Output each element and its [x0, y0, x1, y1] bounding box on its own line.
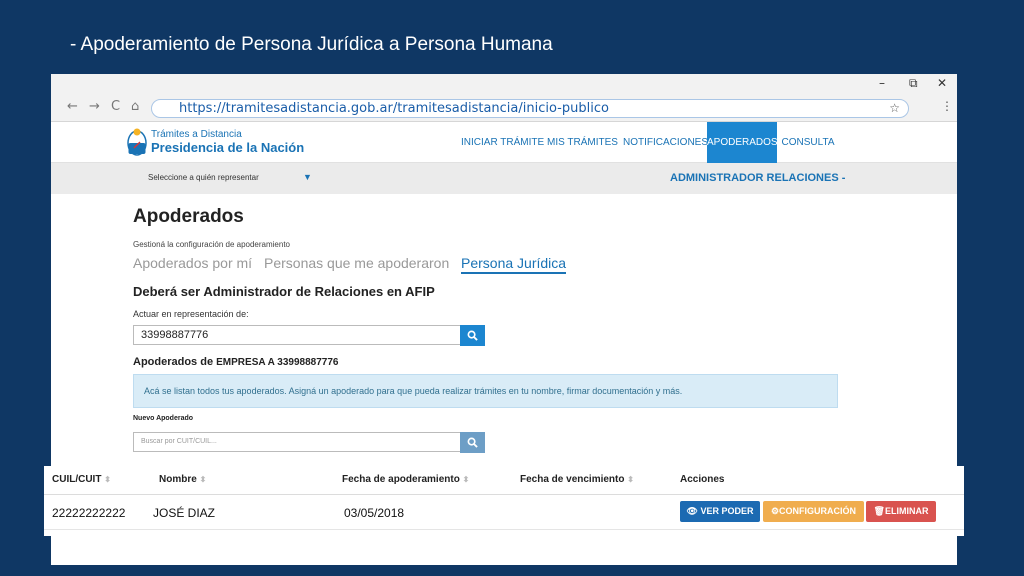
- home-icon[interactable]: ⌂: [131, 99, 139, 114]
- ver-poder-button[interactable]: 👁 VER PODER: [680, 501, 760, 522]
- info-text: Acá se listan todos tus apoderados. Asig…: [144, 386, 683, 396]
- info-alert: Acá se listan todos tus apoderados. Asig…: [133, 374, 838, 408]
- search-icon: [467, 437, 478, 448]
- act-representation-label: Actuar en representación de:: [133, 309, 249, 319]
- trash-icon: 🗑: [873, 506, 885, 516]
- company-name: EMPRESA A 33998887776: [216, 357, 339, 368]
- cuil-search-input[interactable]: Buscar por CUIT/CUIL...: [133, 432, 461, 452]
- sort-icon[interactable]: ⬍: [200, 475, 207, 484]
- apoderados-table: CUIL/CUIT ⬍ Nombre ⬍ Fecha de apoderamie…: [44, 466, 964, 536]
- brand-subtitle: Trámites a Distancia: [151, 129, 242, 140]
- admin-relaciones-menu[interactable]: ADMINISTRADOR RELACIONES -: [670, 172, 845, 184]
- cuit-search-button[interactable]: [460, 325, 485, 346]
- representation-bar: Seleccione a quién representar ▼ ADMINIS…: [51, 163, 957, 194]
- eliminar-button[interactable]: 🗑ELIMINAR: [866, 501, 936, 522]
- cuil-search-button[interactable]: [460, 432, 485, 453]
- cuit-input[interactable]: 33998887776: [133, 325, 461, 345]
- table-header-divider: [44, 494, 964, 495]
- sort-icon[interactable]: ⬍: [463, 475, 470, 484]
- minimize-icon[interactable]: –: [879, 76, 885, 90]
- tab-apoderados-por-mi[interactable]: Apoderados por mí: [133, 255, 252, 271]
- restore-icon[interactable]: ⧉: [909, 76, 918, 91]
- menu-consulta[interactable]: CONSULTA: [781, 122, 835, 163]
- tab-persona-juridica[interactable]: Persona Jurídica: [461, 255, 567, 274]
- afip-warning: Deberá ser Administrador de Relaciones e…: [133, 284, 435, 299]
- apoderados-heading: Apoderados de EMPRESA A 33998887776: [133, 356, 338, 368]
- menu-notificaciones[interactable]: NOTIFICACIONES: [623, 122, 708, 163]
- column-header-cuil[interactable]: CUIL/CUIT ⬍: [52, 474, 111, 485]
- menu-apoderados[interactable]: APODERADOS: [707, 122, 778, 163]
- table-row-divider: [44, 529, 964, 530]
- window-title-bar: – ⧉ ✕: [51, 74, 957, 94]
- row-cuil: 22222222222: [52, 506, 126, 520]
- configuracion-button[interactable]: ⚙CONFIGURACIÓN: [763, 501, 864, 522]
- url-text[interactable]: https://tramitesadistancia.gob.ar/tramit…: [179, 101, 609, 116]
- bookmark-star-icon[interactable]: ☆: [889, 101, 900, 115]
- column-header-nombre[interactable]: Nombre ⬍: [159, 474, 206, 485]
- column-header-fecha-apoderamiento[interactable]: Fecha de apoderamiento ⬍: [342, 474, 469, 485]
- slide-title: - Apoderamiento de Persona Jurídica a Pe…: [70, 34, 553, 55]
- page-subtitle: Gestioná la configuración de apoderamien…: [133, 240, 290, 249]
- search-icon: [467, 330, 478, 341]
- row-fecha-apoderamiento: 03/05/2018: [344, 506, 405, 520]
- page-title: Apoderados: [133, 206, 244, 227]
- reload-icon[interactable]: C: [111, 99, 120, 114]
- brand-title: Presidencia de la Nación: [151, 140, 305, 155]
- apoderados-prefix: Apoderados de: [133, 356, 214, 368]
- column-header-acciones: Acciones: [680, 474, 725, 485]
- row-nombre: JOSÉ DIAZ: [153, 506, 216, 520]
- sort-icon[interactable]: ⬍: [627, 475, 634, 484]
- menu-mis-tramites[interactable]: MIS TRÁMITES: [547, 122, 618, 163]
- chevron-down-icon[interactable]: ▼: [303, 172, 312, 182]
- menu-iniciar-tramite[interactable]: INICIAR TRÁMITE: [461, 122, 544, 163]
- address-bar-row: ← → C ⌂ https://tramitesadistancia.gob.a…: [51, 94, 957, 122]
- gear-icon: ⚙: [770, 506, 780, 516]
- eye-icon: 👁: [686, 506, 698, 516]
- tab-personas-que-me-apoderaron[interactable]: Personas que me apoderaron: [264, 255, 449, 271]
- forward-icon[interactable]: →: [89, 99, 100, 114]
- argentina-coat-of-arms-icon: [127, 128, 147, 156]
- nuevo-apoderado-label: Nuevo Apoderado: [133, 415, 194, 422]
- represent-select[interactable]: Seleccione a quién representar: [148, 173, 259, 182]
- site-header: Trámites a Distancia Presidencia de la N…: [51, 122, 957, 163]
- close-icon[interactable]: ✕: [937, 76, 947, 90]
- column-header-fecha-vencimiento[interactable]: Fecha de vencimiento ⬍: [520, 474, 634, 485]
- url-field[interactable]: https://tramitesadistancia.gob.ar/tramit…: [151, 99, 909, 118]
- browser-menu-icon[interactable]: ⋮: [941, 99, 953, 113]
- sort-icon[interactable]: ⬍: [104, 475, 111, 484]
- back-icon[interactable]: ←: [67, 99, 78, 114]
